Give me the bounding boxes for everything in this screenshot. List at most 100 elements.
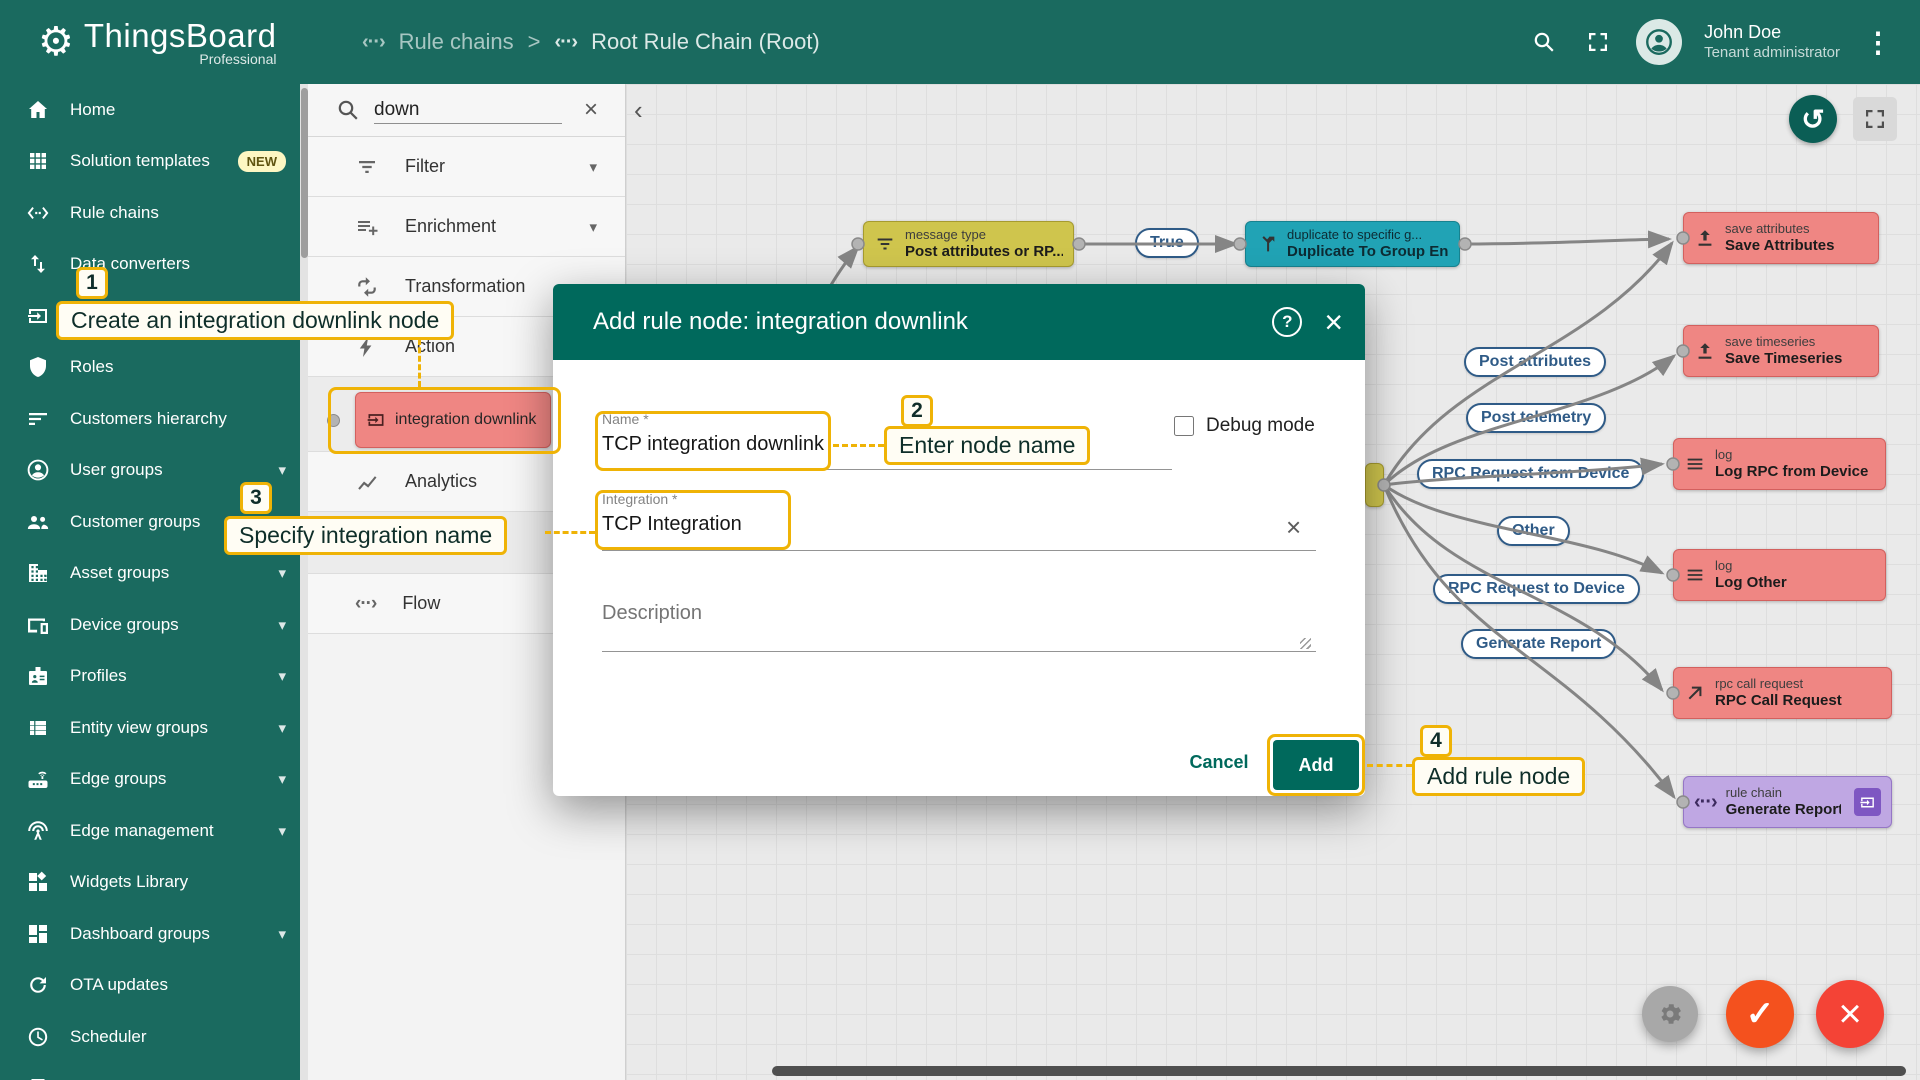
input-icon xyxy=(366,410,386,430)
sidebar-item-asset-groups[interactable]: Asset groups▾ xyxy=(0,548,300,600)
rule-node-rule-chain-generate-report[interactable]: ‹··› rule chainGenerate Report xyxy=(1683,776,1892,828)
badge-icon xyxy=(26,664,50,688)
integration-field-label: Integration * xyxy=(602,491,678,507)
rule-node-save-timeseries[interactable]: save timeseriesSave Timeseries xyxy=(1683,325,1879,377)
apply-changes-fab[interactable]: ✓ xyxy=(1726,980,1794,1048)
collapse-panel-icon[interactable]: ‹ xyxy=(634,95,643,126)
link-label-rpc-request-from-device: RPC Request from Device xyxy=(1417,459,1644,489)
debug-mode-checkbox[interactable]: Debug mode xyxy=(1174,415,1315,437)
playlist-add-icon xyxy=(355,215,379,239)
sidebar-item-home[interactable]: Home xyxy=(0,84,300,136)
sidebar-item-entity-view-groups[interactable]: Entity view groups▾ xyxy=(0,702,300,754)
sidebar-item-solution-templates[interactable]: Solution templatesNEW xyxy=(0,136,300,188)
kebab-menu-icon[interactable]: ⋮ xyxy=(1862,26,1894,58)
sort-icon xyxy=(26,407,50,431)
transform-icon xyxy=(355,275,379,299)
annotation-step-number: 4 xyxy=(1420,725,1452,757)
integration-underline xyxy=(602,550,1316,551)
debug-settings-fab[interactable] xyxy=(1642,986,1698,1042)
clear-integration-icon[interactable]: × xyxy=(1286,512,1301,543)
link-label-generate-report: Generate Report xyxy=(1461,629,1616,659)
sidebar-item-customers-hierarchy[interactable]: Customers hierarchy xyxy=(0,393,300,445)
resize-handle[interactable] xyxy=(1300,638,1311,649)
import-export-icon xyxy=(26,252,50,276)
rule-node-log-rpc-from-device[interactable]: logLog RPC from Device xyxy=(1673,438,1886,490)
chevron-down-icon: ▾ xyxy=(589,218,597,236)
dashboard-icon xyxy=(26,922,50,946)
open-rule-chain-icon[interactable] xyxy=(1854,788,1881,816)
brand-logo[interactable]: ⚙ ThingsBoard Professional xyxy=(0,17,300,67)
thingsboard-logo-icon: ⚙ xyxy=(38,22,74,62)
thingsboard-app: ⚙ ThingsBoard Professional ‹··› Rule cha… xyxy=(0,0,1920,1080)
discard-changes-fab[interactable]: × xyxy=(1816,980,1884,1048)
rule-node-partially-hidden[interactable] xyxy=(1365,463,1384,507)
chevron-down-icon: ▾ xyxy=(589,158,597,176)
apps-icon xyxy=(26,149,50,173)
sidebar-item-profiles[interactable]: Profiles▾ xyxy=(0,651,300,703)
sidebar-item-data-converters[interactable]: Data converters xyxy=(0,239,300,291)
description-underline xyxy=(602,651,1316,652)
rule-node-rpc-call-request[interactable]: rpc call requestRPC Call Request xyxy=(1673,667,1892,719)
update-icon xyxy=(26,973,50,997)
sidebar-item-roles[interactable]: Roles xyxy=(0,342,300,394)
cancel-button[interactable]: Cancel xyxy=(1179,752,1259,773)
description-input[interactable] xyxy=(602,602,1102,625)
chevron-down-icon: ▾ xyxy=(278,719,286,737)
paint-icon xyxy=(26,1076,50,1080)
avatar[interactable] xyxy=(1636,19,1682,65)
name-input[interactable] xyxy=(602,433,902,456)
canvas-fullscreen-button[interactable] xyxy=(1853,97,1897,141)
chevron-down-icon: ▾ xyxy=(278,925,286,943)
chevron-down-icon: ▾ xyxy=(278,564,286,582)
sidebar-item-edge-management[interactable]: Edge management▾ xyxy=(0,805,300,857)
user-role: Tenant administrator xyxy=(1704,44,1840,63)
chevron-down-icon: ▾ xyxy=(278,822,286,840)
user-info[interactable]: John Doe Tenant administrator xyxy=(1704,21,1840,62)
sidebar-item-edge-groups[interactable]: Edge groups▾ xyxy=(0,754,300,806)
version-history-button[interactable]: ↺ xyxy=(1789,95,1837,143)
rule-node-save-attributes[interactable]: save attributesSave Attributes xyxy=(1683,212,1879,264)
canvas-horizontal-scrollbar[interactable] xyxy=(772,1066,1906,1076)
palette-category-filter[interactable]: Filter▾ xyxy=(308,137,625,197)
sidebar-item-scheduler[interactable]: Scheduler xyxy=(0,1011,300,1063)
code-icon: ‹··› xyxy=(355,593,376,615)
chevron-down-icon: ▾ xyxy=(278,667,286,685)
help-icon[interactable]: ? xyxy=(1272,307,1302,337)
sidebar-item-dashboard-groups[interactable]: Dashboard groups▾ xyxy=(0,908,300,960)
upload-icon xyxy=(1694,227,1716,249)
sidebar-item-rule-chains[interactable]: Rule chains xyxy=(0,187,300,239)
filter-icon xyxy=(874,233,896,255)
brand-name: ThingsBoard xyxy=(84,17,277,55)
rule-node-log-other[interactable]: logLog Other xyxy=(1673,549,1886,601)
sidebar-item-white-labeling[interactable]: White Labeling▾ xyxy=(0,1063,300,1080)
building-icon xyxy=(26,561,50,585)
close-icon[interactable]: × xyxy=(1324,306,1343,338)
devices-icon xyxy=(26,613,50,637)
fullscreen-icon[interactable] xyxy=(1582,26,1614,58)
sidebar-item-ota-updates[interactable]: OTA updates xyxy=(0,960,300,1012)
antenna-icon xyxy=(26,819,50,843)
palette-node-integration-downlink[interactable]: integration downlink xyxy=(355,392,551,448)
palette-search-input[interactable] xyxy=(374,97,562,124)
palette-search-bar: × ‹ xyxy=(308,84,625,137)
chevron-down-icon: ▾ xyxy=(278,616,286,634)
widgets-icon xyxy=(26,870,50,894)
people-icon xyxy=(26,510,50,534)
sidebar-scrollbar-thumb[interactable] xyxy=(301,88,308,258)
breadcrumb-parent[interactable]: Rule chains xyxy=(399,29,514,55)
debug-checkbox-input[interactable] xyxy=(1174,416,1194,436)
clear-search-icon[interactable]: × xyxy=(584,96,598,124)
rule-node-duplicate-to-group[interactable]: duplicate to specific g...Duplicate To G… xyxy=(1245,221,1460,267)
trend-line-icon xyxy=(355,470,379,494)
search-icon xyxy=(336,98,360,122)
rule-node-message-type[interactable]: message typePost attributes or RP... xyxy=(863,221,1074,267)
add-button[interactable]: Add xyxy=(1273,740,1359,790)
new-badge: NEW xyxy=(238,151,286,172)
palette-category-enrichment[interactable]: Enrichment▾ xyxy=(308,197,625,257)
filter-list-icon xyxy=(355,155,379,179)
integration-input[interactable] xyxy=(602,513,902,536)
search-icon[interactable] xyxy=(1528,26,1560,58)
input-icon xyxy=(26,304,50,328)
sidebar-item-device-groups[interactable]: Device groups▾ xyxy=(0,599,300,651)
sidebar-item-widgets-library[interactable]: Widgets Library xyxy=(0,857,300,909)
